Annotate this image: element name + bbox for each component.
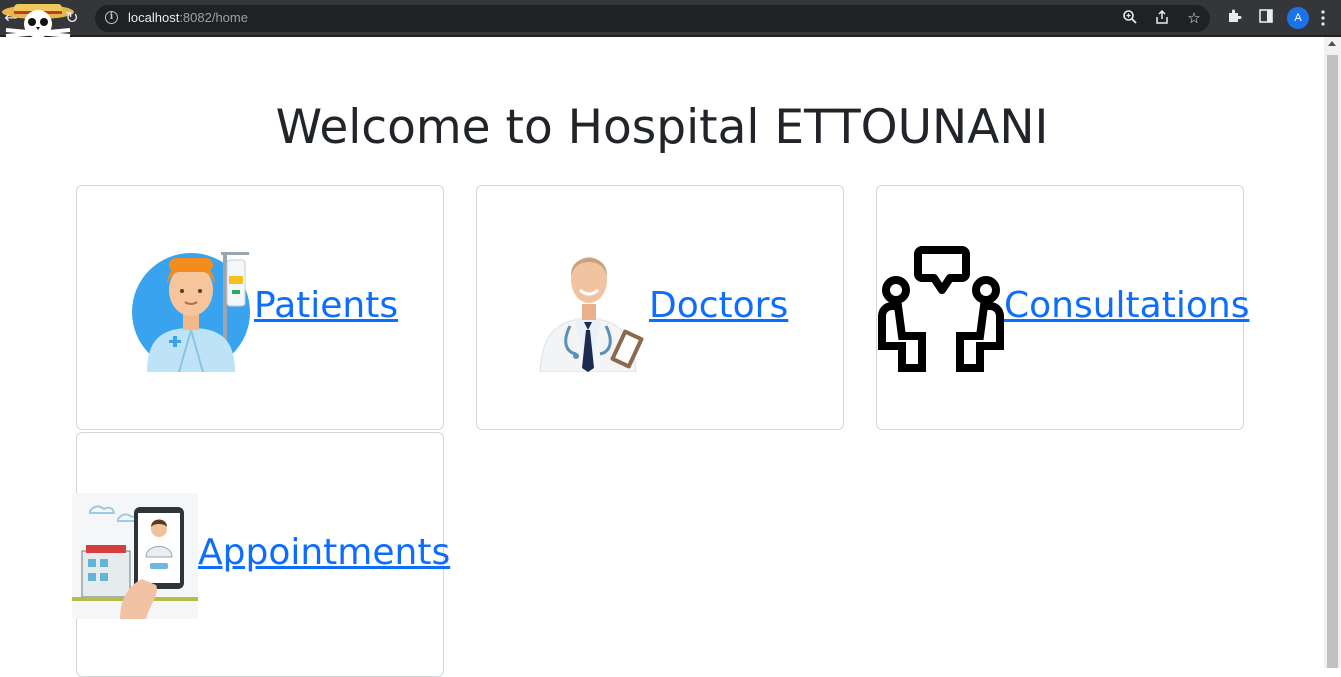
scroll-thumb[interactable] bbox=[1327, 55, 1338, 668]
side-panel-icon[interactable] bbox=[1256, 8, 1276, 28]
doctors-link[interactable]: Doctors bbox=[649, 284, 788, 328]
appointment-icon[interactable] bbox=[72, 493, 198, 623]
url-path: :8082/home bbox=[179, 10, 248, 25]
card-patients: Patients bbox=[76, 185, 444, 430]
browser-toolbar: ← ↻ i localhost:8082/home ☆ A bbox=[0, 0, 1341, 38]
reload-icon[interactable]: ↻ bbox=[62, 8, 82, 28]
doctor-icon[interactable] bbox=[536, 246, 648, 376]
url-text[interactable]: localhost:8082/home bbox=[128, 10, 248, 25]
back-icon[interactable]: ← bbox=[1, 8, 21, 28]
card-doctors: Doctors bbox=[476, 185, 844, 430]
zoom-icon[interactable] bbox=[1121, 9, 1139, 27]
share-icon[interactable] bbox=[1153, 9, 1171, 27]
card-appointments: Appointments bbox=[72, 432, 450, 677]
address-bar[interactable]: i localhost:8082/home ☆ bbox=[95, 5, 1210, 32]
page-title: Welcome to Hospital ETTOUNANI bbox=[275, 100, 1049, 155]
profile-avatar[interactable]: A bbox=[1287, 7, 1309, 29]
patients-link[interactable]: Patients bbox=[254, 284, 398, 328]
browser-menu-icon[interactable] bbox=[1320, 8, 1326, 28]
consultation-icon[interactable] bbox=[878, 246, 1004, 376]
url-host: localhost bbox=[128, 10, 180, 25]
bookmark-star-icon[interactable]: ☆ bbox=[1185, 9, 1203, 27]
site-info-icon[interactable]: i bbox=[105, 11, 118, 24]
scroll-up-arrow-icon[interactable] bbox=[1328, 41, 1336, 46]
extensions-icon[interactable] bbox=[1224, 8, 1244, 28]
card-consultations: Consultations bbox=[876, 185, 1249, 430]
patient-icon[interactable] bbox=[131, 244, 251, 376]
appointments-link[interactable]: Appointments bbox=[198, 531, 450, 575]
consultations-link[interactable]: Consultations bbox=[1004, 284, 1249, 328]
page-scrollbar[interactable] bbox=[1324, 37, 1341, 668]
